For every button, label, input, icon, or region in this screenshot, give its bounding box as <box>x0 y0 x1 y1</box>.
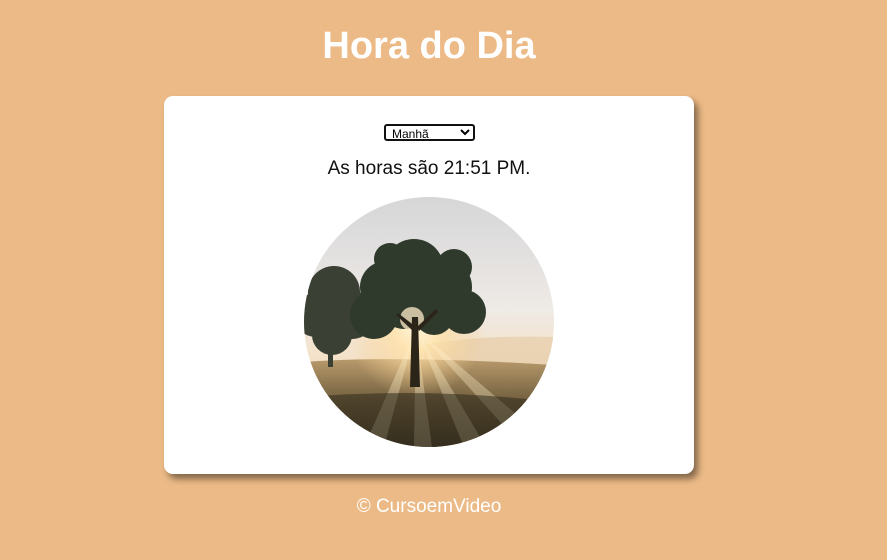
footer-copyright: © CursoemVideo <box>356 496 502 517</box>
morning-image <box>304 197 554 447</box>
page-title: Hora do Dia <box>322 25 536 67</box>
period-select[interactable]: Manhã <box>384 124 475 141</box>
content-card: Manhã As horas são 21:51 PM. <box>164 96 694 474</box>
time-message: As horas são 21:51 PM. <box>327 158 531 179</box>
